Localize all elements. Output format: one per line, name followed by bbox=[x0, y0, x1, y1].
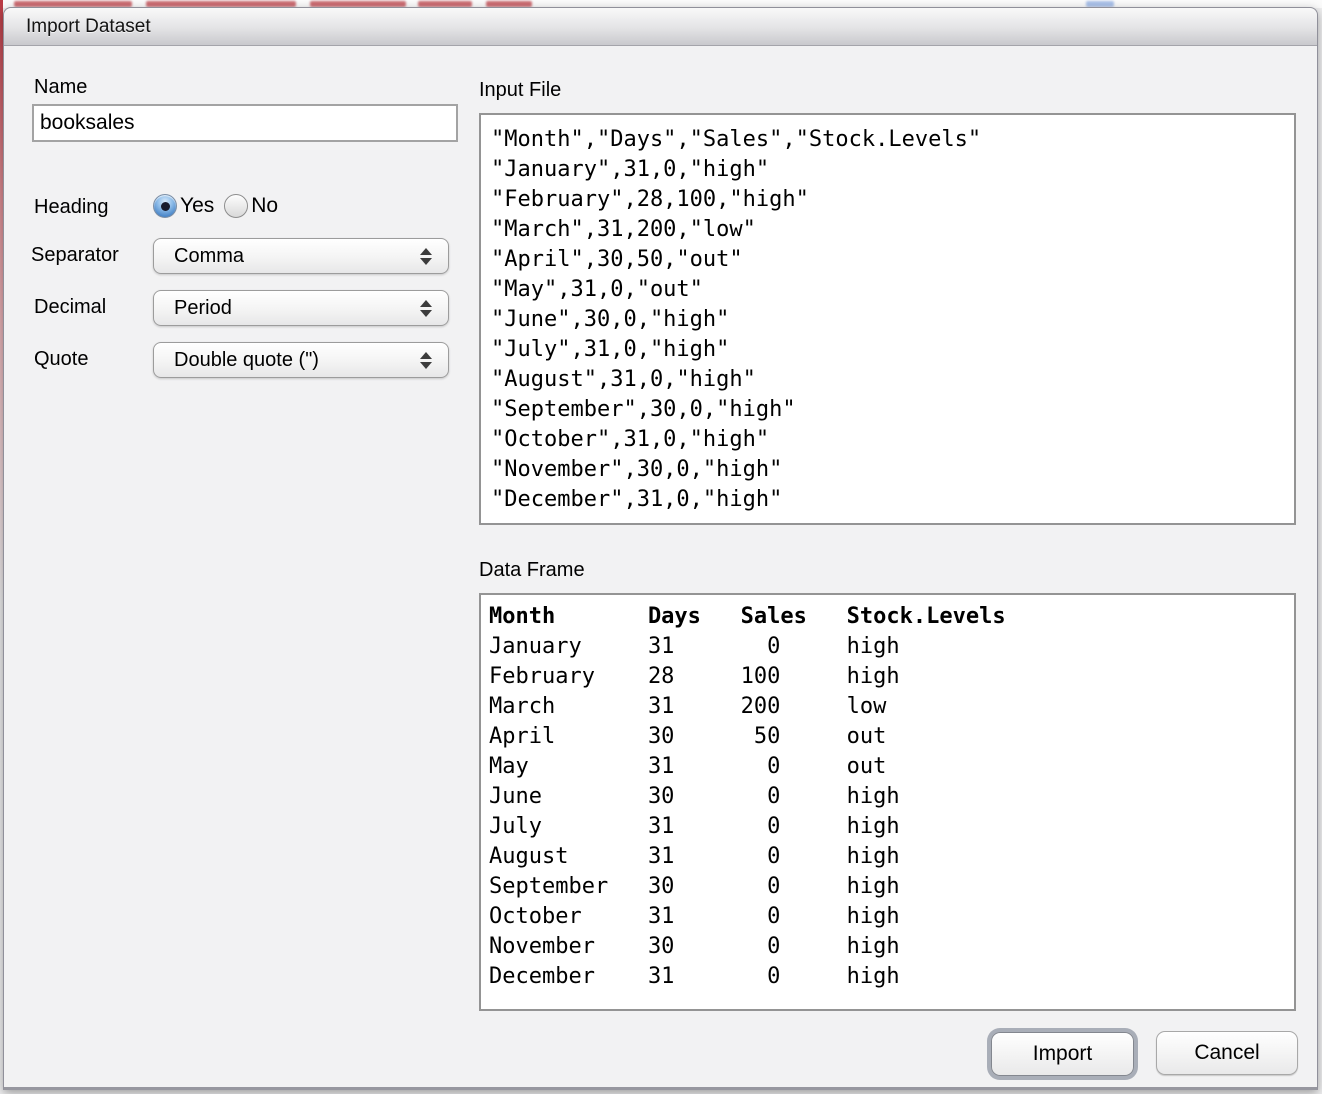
data-frame-row: June 30 0 high bbox=[489, 782, 1294, 812]
heading-radio-group: Yes No bbox=[153, 194, 288, 218]
cancel-button[interactable]: Cancel bbox=[1156, 1031, 1298, 1075]
heading-yes-label[interactable]: Yes bbox=[180, 194, 214, 218]
input-file-label: Input File bbox=[479, 79, 561, 102]
data-frame-row: September 30 0 high bbox=[489, 872, 1294, 902]
separator-label: Separator bbox=[31, 244, 119, 267]
separator-select-value: Comma bbox=[174, 245, 420, 268]
heading-no-radio[interactable] bbox=[224, 194, 248, 218]
decimal-select-value: Period bbox=[174, 297, 420, 320]
data-frame-row: May 31 0 out bbox=[489, 752, 1294, 782]
data-frame-row: November 30 0 high bbox=[489, 932, 1294, 962]
data-frame-row: December 31 0 high bbox=[489, 962, 1294, 992]
decimal-label: Decimal bbox=[34, 296, 106, 319]
heading-no-label[interactable]: No bbox=[251, 194, 278, 218]
data-frame-row: February 28 100 high bbox=[489, 662, 1294, 692]
stepper-arrows-icon bbox=[420, 300, 432, 317]
heading-label: Heading bbox=[34, 196, 109, 219]
data-frame-row: January 31 0 high bbox=[489, 632, 1294, 662]
data-frame-row: August 31 0 high bbox=[489, 842, 1294, 872]
input-file-pane[interactable]: "Month","Days","Sales","Stock.Levels" "J… bbox=[479, 113, 1296, 525]
data-frame-row: October 31 0 high bbox=[489, 902, 1294, 932]
quote-select-value: Double quote (") bbox=[174, 349, 420, 372]
stepper-arrows-icon bbox=[420, 352, 432, 369]
quote-label: Quote bbox=[34, 348, 88, 371]
separator-select[interactable]: Comma bbox=[153, 238, 449, 274]
decimal-select[interactable]: Period bbox=[153, 290, 449, 326]
name-label: Name bbox=[34, 76, 87, 99]
name-input[interactable] bbox=[32, 104, 458, 142]
input-file-text: "Month","Days","Sales","Stock.Levels" "J… bbox=[491, 125, 1294, 515]
dialog-title: Import Dataset bbox=[26, 16, 151, 38]
data-frame-row: July 31 0 high bbox=[489, 812, 1294, 842]
data-frame-rows: January 31 0 highFebruary 28 100 highMar… bbox=[489, 632, 1294, 992]
heading-yes-radio[interactable] bbox=[153, 194, 177, 218]
data-frame-header: Month Days Sales Stock.Levels bbox=[489, 602, 1294, 632]
quote-select[interactable]: Double quote (") bbox=[153, 342, 449, 378]
data-frame-label: Data Frame bbox=[479, 559, 585, 582]
data-frame-row: April 30 50 out bbox=[489, 722, 1294, 752]
dialog-titlebar[interactable]: Import Dataset bbox=[4, 8, 1317, 46]
data-frame-pane[interactable]: Month Days Sales Stock.Levels January 31… bbox=[479, 593, 1296, 1011]
import-dataset-dialog: Import Dataset Name Heading Yes No Separ… bbox=[3, 7, 1318, 1090]
stepper-arrows-icon bbox=[420, 248, 432, 265]
data-frame-row: March 31 200 low bbox=[489, 692, 1294, 722]
import-button[interactable]: Import bbox=[991, 1032, 1134, 1076]
